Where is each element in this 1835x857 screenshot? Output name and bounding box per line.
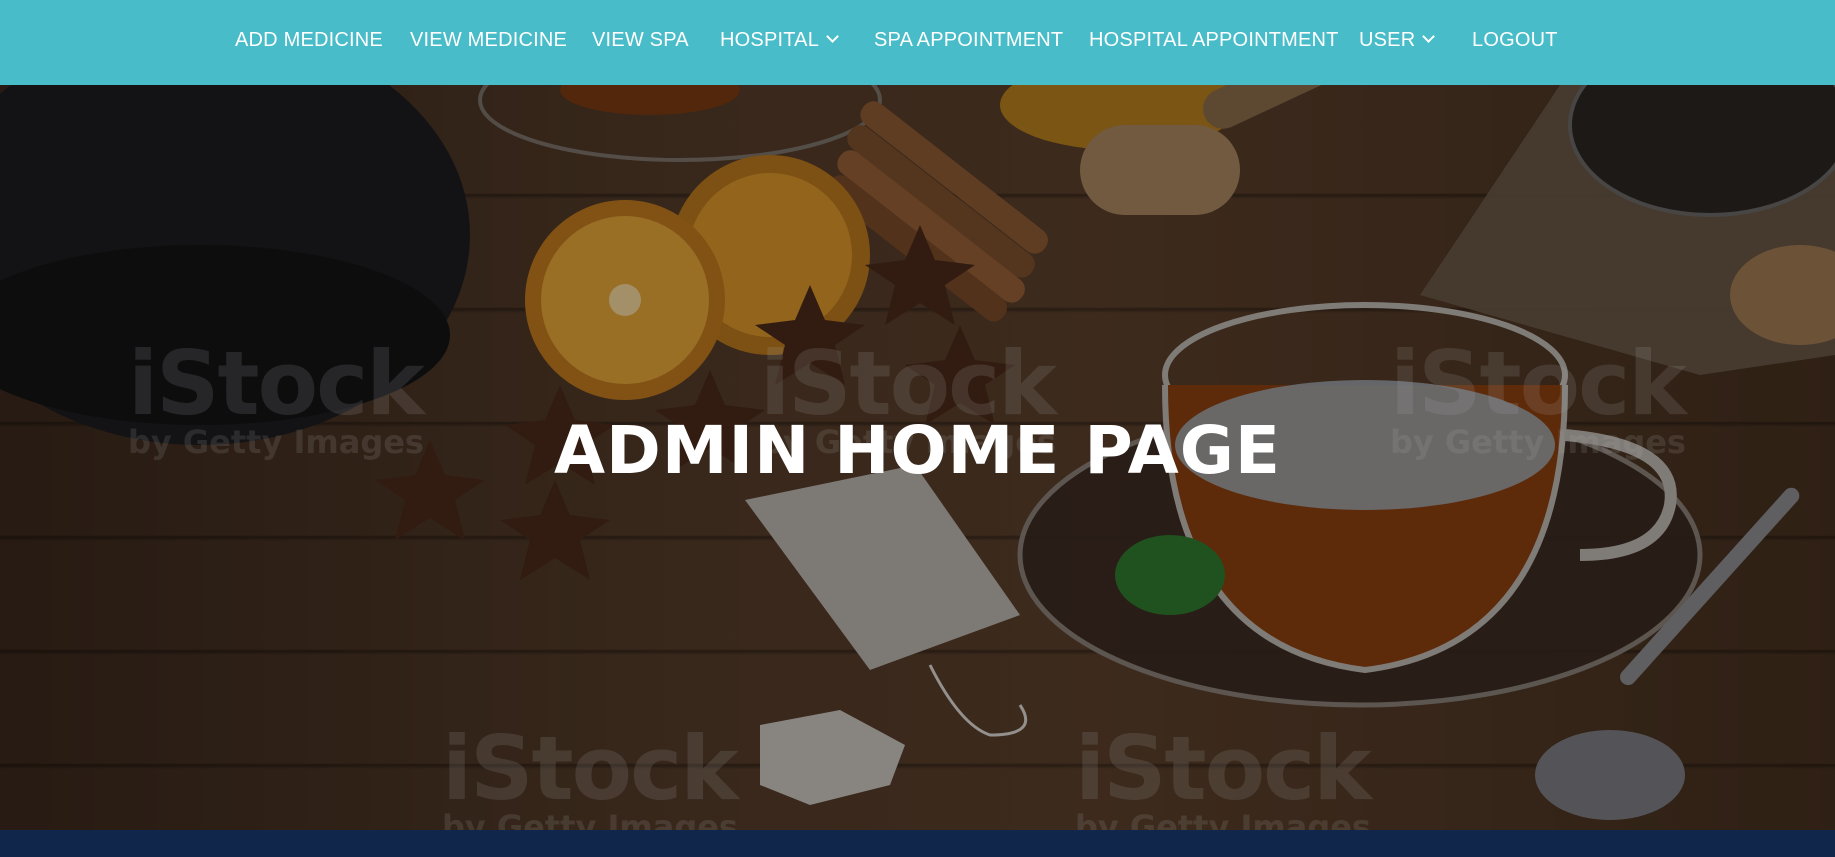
- nav-label: USER: [1359, 29, 1416, 51]
- nav-label: ADD MEDICINE: [235, 29, 383, 51]
- nav-label: SPA APPOINTMENT: [874, 29, 1064, 51]
- nav-label: LOGOUT: [1472, 29, 1558, 51]
- admin-home-page: ADD MEDICINE VIEW MEDICINE VIEW SPA HOSP…: [0, 0, 1835, 857]
- nav-view-medicine[interactable]: VIEW MEDICINE: [410, 0, 567, 85]
- chevron-down-icon: [1422, 30, 1436, 43]
- nav-label: HOSPITAL APPOINTMENT: [1089, 29, 1339, 51]
- footer-strip: [0, 830, 1835, 857]
- nav-view-spa[interactable]: VIEW SPA: [592, 0, 689, 85]
- nav-label: VIEW SPA: [592, 29, 689, 51]
- nav-add-medicine[interactable]: ADD MEDICINE: [235, 0, 383, 85]
- top-navbar: ADD MEDICINE VIEW MEDICINE VIEW SPA HOSP…: [0, 0, 1835, 85]
- chevron-down-icon: [826, 30, 839, 43]
- nav-hospital-appointment[interactable]: HOSPITAL APPOINTMENT: [1089, 0, 1339, 85]
- nav-user-dropdown[interactable]: USER: [1359, 0, 1436, 85]
- hero-banner: iStock by Getty Images iStock by Getty I…: [0, 85, 1835, 830]
- nav-label: HOSPITAL: [720, 29, 820, 51]
- page-title: ADMIN HOME PAGE: [553, 412, 1282, 489]
- nav-hospital-dropdown[interactable]: HOSPITAL: [720, 0, 839, 85]
- nav-spa-appointment[interactable]: SPA APPOINTMENT: [874, 0, 1063, 85]
- nav-logout[interactable]: LOGOUT: [1472, 0, 1558, 85]
- nav-label: VIEW MEDICINE: [410, 29, 568, 51]
